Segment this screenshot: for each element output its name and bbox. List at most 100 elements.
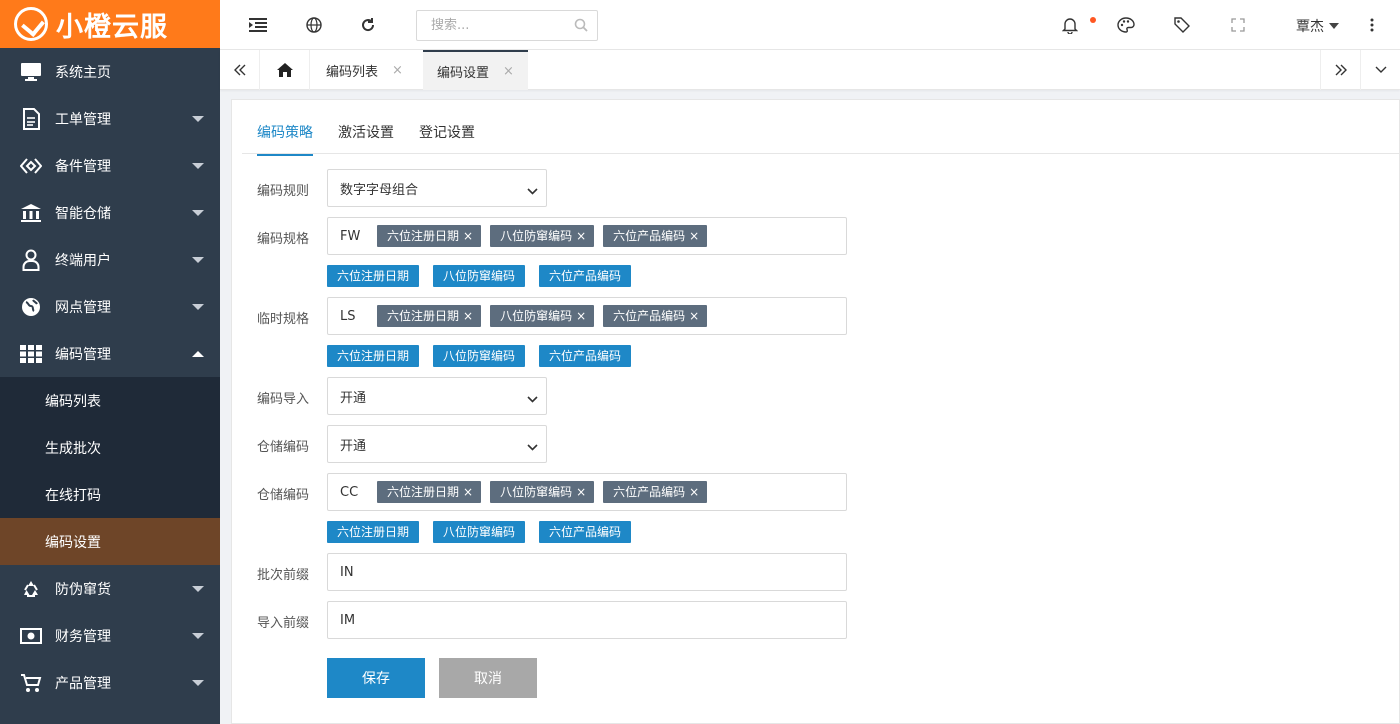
user-menu[interactable]: 覃杰: [1296, 16, 1339, 36]
remove-tag-icon[interactable]: ×: [689, 309, 699, 323]
sidebar-item-label: 工单管理: [55, 111, 111, 128]
sidebar-item-anticounterfeit[interactable]: 防伪窜货: [0, 565, 220, 612]
subtab-registration-settings[interactable]: 登记设置: [419, 122, 475, 154]
bell-icon[interactable]: [1060, 15, 1080, 35]
sidebar-subitem-code-settings[interactable]: 编码设置: [0, 518, 220, 565]
option-chip[interactable]: 八位防窜编码: [433, 345, 526, 367]
sidebar-item-finance[interactable]: 财务管理: [0, 612, 220, 659]
warehouse-icon: [20, 202, 42, 224]
globe-icon: [20, 296, 42, 318]
logo[interactable]: 小橙云服: [0, 0, 220, 48]
home-icon: [276, 63, 293, 77]
settings-card: 编码策略 激活设置 登记设置 编码规则 数字字母组合 编码规格 FW 六位注册日…: [231, 99, 1400, 724]
sidebar-subitem-online-print[interactable]: 在线打码: [0, 471, 220, 518]
storage-spec-input[interactable]: CC 六位注册日期 × 八位防窜编码 × 六位产品编码 ×: [327, 473, 847, 511]
remove-tag-icon[interactable]: ×: [576, 485, 586, 499]
temp-spec-options: 六位注册日期 八位防窜编码 六位产品编码: [327, 345, 645, 367]
search-input[interactable]: [417, 11, 567, 40]
sidebar-item-label: 产品管理: [55, 675, 111, 692]
storage-code-label: 仓储编码: [257, 440, 310, 455]
fullscreen-icon[interactable]: [1228, 15, 1248, 35]
remove-tag-icon[interactable]: ×: [689, 229, 699, 243]
search-icon[interactable]: [574, 18, 588, 36]
selected-tag: 六位注册日期 ×: [377, 305, 482, 327]
code-spec-label: 编码规格: [257, 232, 310, 247]
chevron-down-icon: [192, 304, 204, 310]
sidebar-item-label: 智能仓储: [55, 205, 111, 222]
tab-code-settings[interactable]: 编码设置 ×: [423, 50, 528, 90]
more-vertical-icon[interactable]: [1362, 15, 1382, 35]
close-icon[interactable]: ×: [392, 63, 403, 78]
sidebar-item-coding[interactable]: 编码管理: [0, 330, 220, 377]
option-chip[interactable]: 六位注册日期: [327, 521, 420, 543]
option-chip[interactable]: 六位产品编码: [539, 521, 632, 543]
option-chip[interactable]: 八位防窜编码: [433, 521, 526, 543]
storage-spec-options: 六位注册日期 八位防窜编码 六位产品编码: [327, 521, 645, 543]
remove-tag-icon[interactable]: ×: [576, 229, 586, 243]
save-button[interactable]: 保存: [327, 658, 425, 698]
tag-icon[interactable]: [1172, 15, 1192, 35]
chevron-up-icon: [192, 351, 204, 357]
home-tab[interactable]: [260, 50, 310, 90]
remove-tag-icon[interactable]: ×: [463, 309, 473, 323]
tabs-scroll-right-icon[interactable]: [1320, 50, 1360, 90]
remove-tag-icon[interactable]: ×: [463, 485, 473, 499]
selected-tag: 六位产品编码 ×: [603, 225, 708, 247]
remove-tag-icon[interactable]: ×: [576, 309, 586, 323]
sidebar-item-warehouse[interactable]: 智能仓储: [0, 189, 220, 236]
chevron-down-icon: [527, 440, 538, 455]
top-bar: 覃杰: [220, 0, 1400, 50]
batch-prefix-label: 批次前缀: [257, 568, 310, 583]
sidebar-item-label: 防伪窜货: [55, 581, 111, 598]
code-import-value: 开通: [340, 390, 367, 406]
chevron-down-icon: [192, 116, 204, 122]
chevron-down-icon: [527, 392, 538, 407]
theme-icon[interactable]: [1116, 15, 1136, 35]
refresh-icon[interactable]: [358, 15, 378, 35]
globe-icon[interactable]: [304, 15, 324, 35]
option-chip[interactable]: 六位产品编码: [539, 345, 632, 367]
sidebar-item-label: 备件管理: [55, 158, 111, 175]
subtab-activation-settings[interactable]: 激活设置: [338, 122, 394, 154]
sidebar-subitem-code-list[interactable]: 编码列表: [0, 377, 220, 424]
sidebar: 小橙云服 系统主页 工单管理 备件管理 智能仓储 终端用户 网点管理 编码管理 …: [0, 0, 220, 724]
user-icon: [20, 249, 42, 271]
sidebar-item-outlets[interactable]: 网点管理: [0, 283, 220, 330]
code-rule-select[interactable]: 数字字母组合: [327, 169, 547, 207]
grid-icon: [20, 343, 42, 365]
sidebar-item-home[interactable]: 系统主页: [0, 48, 220, 95]
selected-tag: 六位产品编码 ×: [603, 481, 708, 503]
sidebar-item-parts[interactable]: 备件管理: [0, 142, 220, 189]
option-chip[interactable]: 六位产品编码: [539, 265, 632, 287]
tab-code-list[interactable]: 编码列表 ×: [312, 50, 417, 90]
sidebar-item-workorder[interactable]: 工单管理: [0, 95, 220, 142]
subtab-bar: 编码策略 激活设置 登记设置: [242, 100, 1400, 156]
selected-tag: 八位防窜编码 ×: [490, 481, 595, 503]
remove-tag-icon[interactable]: ×: [689, 485, 699, 499]
subtab-code-strategy[interactable]: 编码策略: [257, 122, 313, 156]
tab-label: 编码列表: [326, 64, 379, 80]
import-prefix-input[interactable]: [327, 601, 847, 639]
storage-spec-label: 仓储编码: [257, 488, 310, 503]
batch-prefix-input[interactable]: [327, 553, 847, 591]
option-chip[interactable]: 八位防窜编码: [433, 265, 526, 287]
menu-toggle-icon[interactable]: [248, 15, 268, 35]
storage-code-select[interactable]: 开通: [327, 425, 547, 463]
tabs-dropdown-icon[interactable]: [1360, 50, 1400, 90]
chevron-down-icon: [527, 184, 538, 199]
option-chip[interactable]: 六位注册日期: [327, 265, 420, 287]
sidebar-item-endusers[interactable]: 终端用户: [0, 236, 220, 283]
code-import-select[interactable]: 开通: [327, 377, 547, 415]
temp-spec-input[interactable]: LS 六位注册日期 × 八位防窜编码 × 六位产品编码 ×: [327, 297, 847, 335]
sidebar-item-products[interactable]: 产品管理: [0, 659, 220, 706]
temp-spec-prefix: LS: [340, 308, 356, 324]
option-chip[interactable]: 六位注册日期: [327, 345, 420, 367]
sidebar-submenu: 编码列表 生成批次 在线打码 编码设置: [0, 377, 220, 565]
tabs-scroll-left-icon[interactable]: [220, 50, 260, 90]
cancel-button[interactable]: 取消: [439, 658, 537, 698]
sidebar-item-label: 网点管理: [55, 299, 111, 316]
remove-tag-icon[interactable]: ×: [463, 229, 473, 243]
close-icon[interactable]: ×: [503, 64, 514, 79]
code-spec-input[interactable]: FW 六位注册日期 × 八位防窜编码 × 六位产品编码 ×: [327, 217, 847, 255]
sidebar-subitem-generate-batch[interactable]: 生成批次: [0, 424, 220, 471]
